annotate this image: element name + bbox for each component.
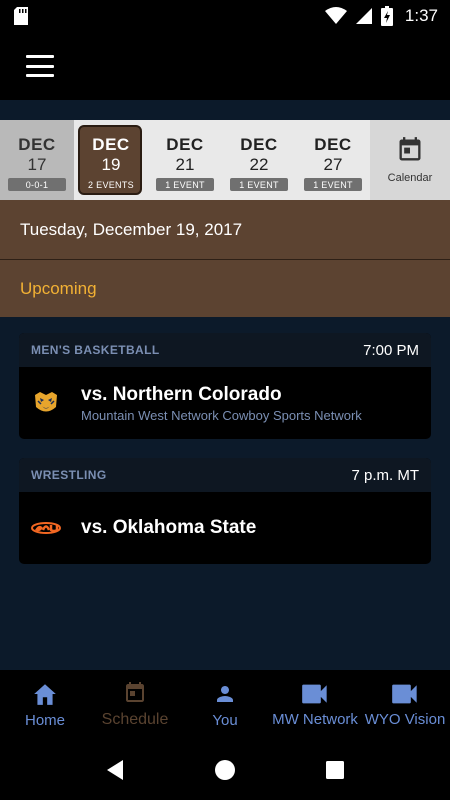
date-strip: DEC 17 0-0-1 DEC 19 2 EVENTS DEC 21 1 EV… [0,120,450,200]
spacer [0,100,450,120]
status-time: 1:37 [404,6,438,25]
date-item-dec-17[interactable]: DEC 17 0-0-1 [0,120,74,200]
nav-item-mw-network[interactable]: MW Network [270,670,360,740]
date-badge: 0-0-1 [8,178,66,191]
calendar-icon [126,682,144,702]
date-item-dec-21[interactable]: DEC 21 1 EVENT [148,120,222,200]
date-day: 19 [101,155,121,174]
date-item-dec-19[interactable]: DEC 19 2 EVENTS [74,120,148,200]
northern-colorado-logo-icon [31,388,61,418]
nav-item-you[interactable]: You [180,670,270,740]
signal-icon [355,8,372,24]
event-card[interactable]: MEN'S BASKETBALL 7:00 PM vs. Northern Co… [19,333,431,439]
system-navigation-bar [0,740,450,800]
home-button[interactable] [205,750,245,790]
event-opponent: vs. Northern Colorado [81,383,282,405]
date-item-dec-27[interactable]: DEC 27 1 EVENT [296,120,370,200]
calendar-label: Calendar [387,172,433,184]
home-circle-icon [215,760,235,780]
back-button[interactable] [95,750,135,790]
event-network: Mountain West Network Cowboy Sports Netw… [81,407,362,423]
wifi-icon [324,7,347,24]
nav-item-home[interactable]: Home [0,670,90,740]
event-opponent: vs. Oklahoma State [81,517,257,538]
event-card-body: vs. Northern Colorado Mountain West Netw… [19,367,431,439]
event-sport: WRESTLING [31,468,107,482]
nav-item-wyo-vision[interactable]: WYO Vision [360,670,450,740]
event-card-header: WRESTLING 7 p.m. MT [19,458,431,492]
recents-square-icon [326,761,344,779]
recents-button[interactable] [315,750,355,790]
nav-item-schedule[interactable]: Schedule [90,670,180,740]
bottom-navigation: Home Schedule You MW Network WYO Vision [0,670,450,740]
date-badge: 1 EVENT [304,178,362,191]
event-sport: MEN'S BASKETBALL [31,343,160,357]
calendar-icon [399,137,421,161]
date-day: 21 [175,155,195,174]
date-month: DEC [314,135,352,154]
home-icon [34,683,56,705]
event-time: 7 p.m. MT [351,466,419,484]
nav-label: Schedule [101,711,169,728]
sd-card-icon [14,7,28,25]
date-badge: 1 EVENT [230,178,288,191]
date-month: DEC [92,135,130,154]
calendar-button[interactable]: Calendar [370,120,450,200]
date-badge: 2 EVENTS [88,179,134,190]
hamburger-menu-icon[interactable] [26,55,54,77]
date-day: 22 [249,155,269,174]
person-icon [217,685,233,702]
oklahoma-state-logo-icon [31,513,61,543]
app-bar [0,32,450,100]
event-card-body: vs. Oklahoma State [19,492,431,564]
nav-label: MW Network [272,710,358,728]
event-time: 7:00 PM [363,341,419,359]
status-bar: 1:37 [0,0,450,32]
date-day: 27 [323,155,343,174]
date-badge: 1 EVENT [156,178,214,191]
nav-label: WYO Vision [364,710,446,728]
date-month: DEC [18,135,56,154]
selected-date-header: Tuesday, December 19, 2017 [0,200,450,259]
nav-label: Home [24,711,65,729]
date-day: 17 [27,155,47,174]
date-month: DEC [166,135,204,154]
video-icon [392,684,417,703]
date-month: DEC [240,135,278,154]
event-card[interactable]: WRESTLING 7 p.m. MT vs. Oklahoma State [19,458,431,564]
date-item-dec-22[interactable]: DEC 22 1 EVENT [222,120,296,200]
nav-label: You [212,711,238,729]
upcoming-section-header: Upcoming [0,260,450,317]
back-triangle-icon [107,760,123,780]
video-icon [302,684,327,703]
event-card-header: MEN'S BASKETBALL 7:00 PM [19,333,431,367]
battery-icon [380,6,393,26]
